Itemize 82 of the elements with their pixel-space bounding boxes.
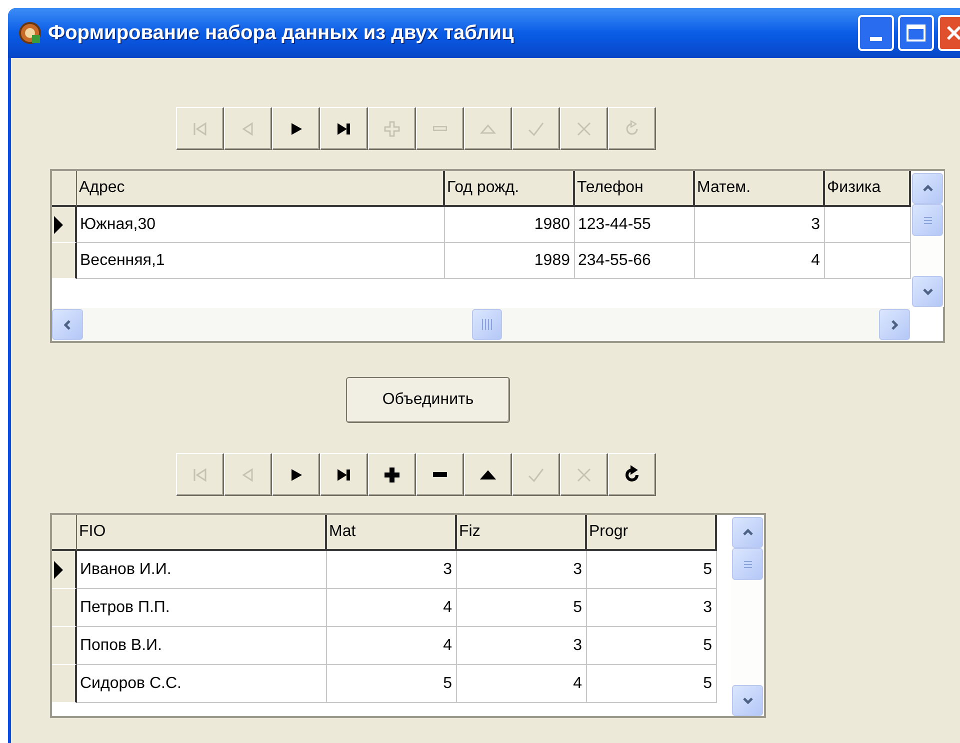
table-cell: 3 (695, 207, 825, 243)
grip-icon (482, 319, 492, 330)
navigator-button[interactable] (416, 453, 464, 496)
chevron-icon (922, 288, 932, 295)
table-cell: 5 (587, 665, 717, 703)
minimize-button[interactable] (858, 15, 894, 51)
navigator-button[interactable] (464, 453, 512, 496)
chevron-icon (742, 697, 752, 704)
table-cell: 4 (457, 665, 587, 703)
indicator-header (52, 515, 77, 551)
table-cell: 4 (695, 243, 825, 279)
row-indicator[interactable] (52, 627, 77, 665)
chevron-icon (64, 320, 71, 330)
table-cell: 4 (327, 627, 457, 665)
window-title: Формирование набора данных из двух таблиц (48, 21, 514, 46)
row-indicator[interactable] (52, 207, 77, 243)
table-cell: 1980 (445, 207, 575, 243)
navigator-button[interactable] (320, 107, 368, 150)
scroll-down-button[interactable] (912, 276, 943, 307)
table-cell: 3 (457, 627, 587, 665)
navigator-button[interactable] (272, 107, 320, 150)
column-header[interactable]: Fiz (457, 515, 587, 551)
table-cell: 123-44-55 (575, 207, 695, 243)
table-cell: Иванов И.И. (77, 551, 327, 589)
plus-icon (382, 118, 402, 138)
merge-button[interactable]: Объединить (346, 377, 510, 423)
indicator-header (52, 171, 77, 207)
table-cell: 3 (587, 589, 717, 627)
table-cell: 5 (327, 665, 457, 703)
scroll-up-button[interactable] (912, 173, 943, 204)
maximize-button[interactable] (898, 15, 934, 51)
close-icon (945, 24, 960, 42)
scroll-up-button[interactable] (732, 517, 763, 548)
row-indicator[interactable] (52, 551, 77, 589)
app-icon (18, 21, 42, 45)
scroll-right-button[interactable] (879, 309, 910, 340)
scroll-down-button[interactable] (732, 685, 763, 716)
table-cell: 5 (587, 551, 717, 589)
table-cell: 234-55-66 (575, 243, 695, 279)
row-indicator[interactable] (52, 665, 77, 703)
table-cell: Сидоров С.С. (77, 665, 327, 703)
table-cell: 1989 (445, 243, 575, 279)
column-header[interactable]: Год рожд. (445, 171, 575, 207)
chevron-icon (891, 320, 898, 330)
table-cell: Петров П.П. (77, 589, 327, 627)
navigator-button[interactable] (272, 453, 320, 496)
navigator-button[interactable] (608, 453, 656, 496)
table-cell: 3 (457, 551, 587, 589)
table-cell: Южная,30 (77, 207, 445, 243)
column-header[interactable]: Телефон (575, 171, 695, 207)
close-button[interactable] (938, 15, 960, 51)
chevron-icon (922, 185, 932, 192)
minus-icon (433, 472, 447, 477)
row-indicator[interactable] (52, 589, 77, 627)
maximize-icon (906, 24, 926, 42)
table-cell: Весенняя,1 (77, 243, 445, 279)
chevron-icon (742, 529, 752, 536)
navigator-button[interactable] (320, 453, 368, 496)
scrollbar-thumb[interactable] (732, 548, 763, 580)
table-cell: 3 (327, 551, 457, 589)
column-header[interactable]: Mat (327, 515, 457, 551)
minus-icon (433, 126, 447, 131)
minimize-icon (870, 37, 882, 41)
plus-icon (382, 464, 402, 484)
current-row-icon (52, 560, 64, 580)
grip-icon (924, 216, 932, 224)
table-cell: Попов В.И. (77, 627, 327, 665)
grip-icon (744, 560, 752, 568)
current-row-icon (52, 214, 64, 234)
row-indicator[interactable] (52, 243, 77, 279)
column-header[interactable]: Матем. (695, 171, 825, 207)
scrollbar-thumb[interactable] (472, 309, 502, 340)
table-cell: 4 (327, 589, 457, 627)
navigator-button[interactable] (368, 453, 416, 496)
column-header[interactable]: Progr (587, 515, 717, 551)
scrollbar-thumb[interactable] (912, 204, 943, 236)
scroll-left-button[interactable] (52, 309, 83, 340)
column-header[interactable]: FIO (77, 515, 327, 551)
table-cell: 5 (457, 589, 587, 627)
column-header[interactable]: Физика (825, 171, 911, 207)
column-header[interactable]: Адрес (77, 171, 445, 207)
table-cell: 5 (587, 627, 717, 665)
